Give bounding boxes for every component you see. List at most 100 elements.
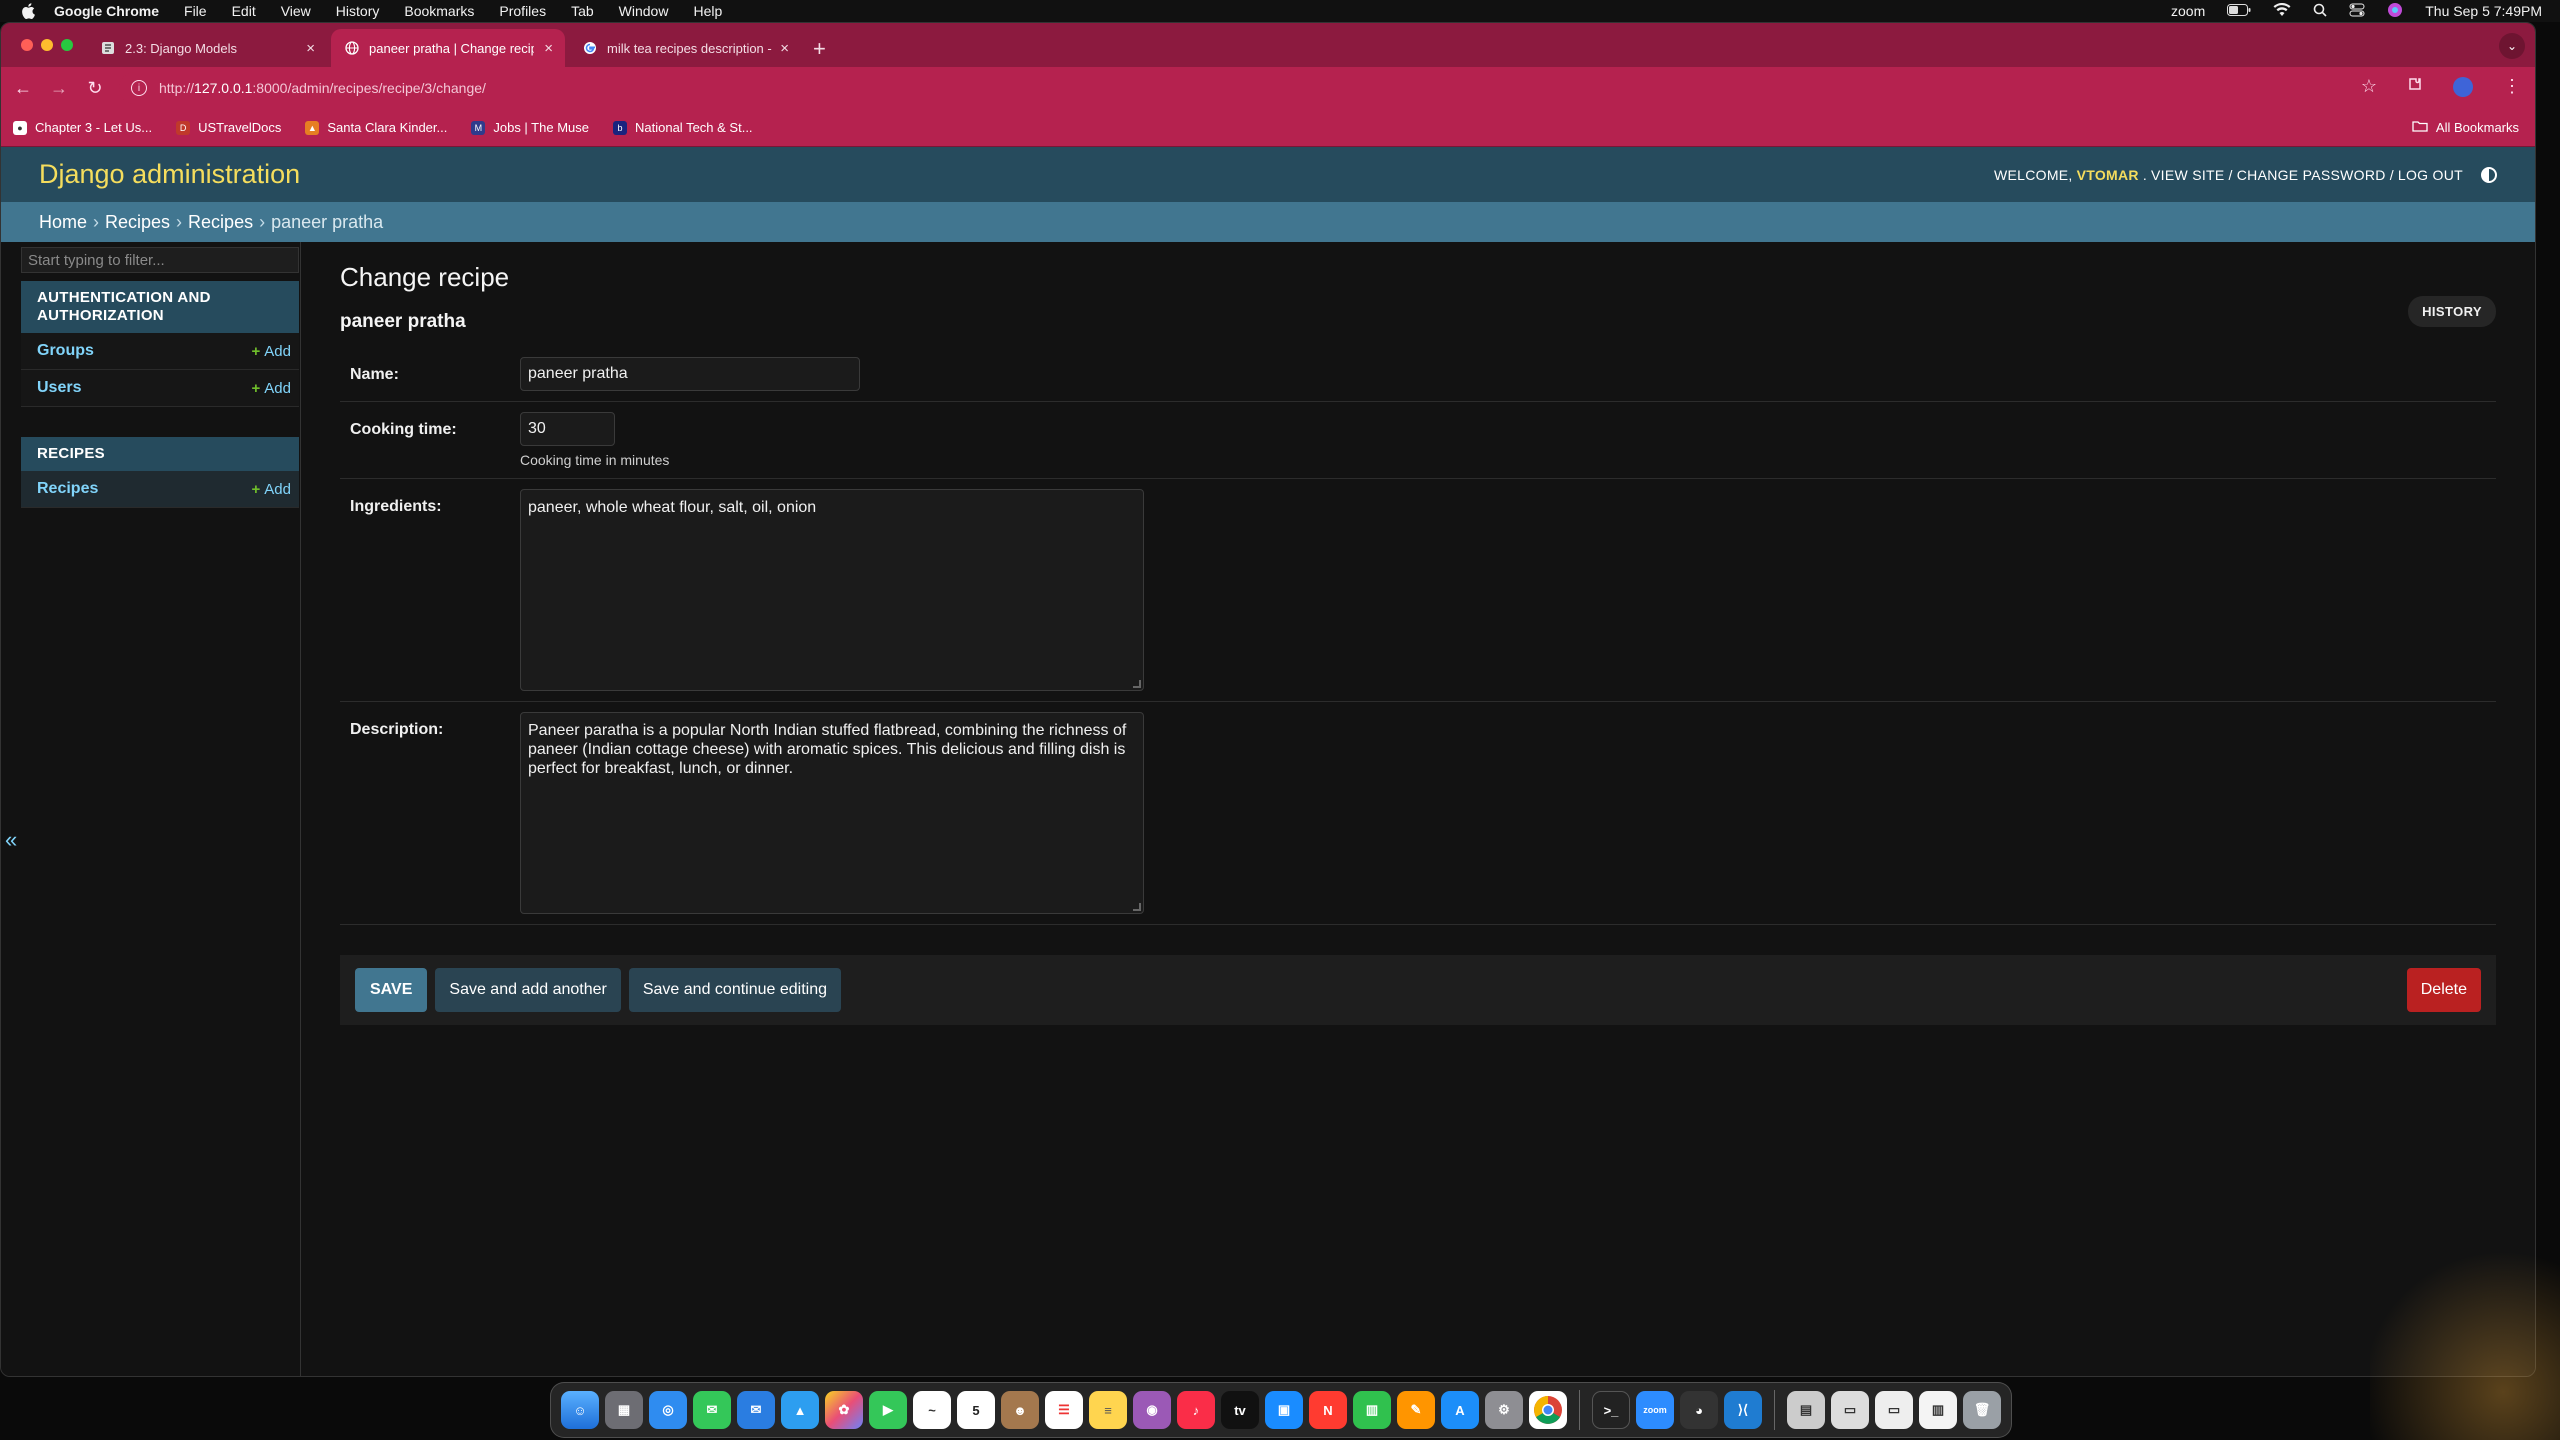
extensions-icon[interactable] (2407, 76, 2423, 97)
add-link[interactable]: + Add (252, 380, 291, 397)
document-icon[interactable]: ▤ (1787, 1391, 1825, 1429)
site-info-icon[interactable]: i (131, 80, 147, 96)
bookmark-item[interactable]: b National Tech & St... (613, 120, 753, 135)
sidebar-link[interactable]: Users (37, 379, 81, 397)
facetime-icon[interactable]: ▶ (869, 1391, 907, 1429)
save-and-continue-button[interactable]: Save and continue editing (628, 968, 841, 1012)
add-link[interactable]: + Add (252, 481, 291, 498)
chrome-icon[interactable] (1529, 1391, 1567, 1429)
messages-icon[interactable]: ✉ (693, 1391, 731, 1429)
downloads-icon[interactable]: ▥ (1919, 1391, 1957, 1429)
freeform-icon[interactable]: ~ (913, 1391, 951, 1429)
menu-view[interactable]: View (281, 3, 311, 19)
resize-handle-icon[interactable] (1133, 680, 1141, 688)
numbers-icon[interactable]: ▥ (1353, 1391, 1391, 1429)
view-site-link[interactable]: VIEW SITE (2151, 167, 2225, 183)
bookmark-item[interactable]: M Jobs | The Muse (471, 120, 589, 135)
tab-change-recipe[interactable]: paneer pratha | Change recipe × (331, 29, 565, 67)
menu-help[interactable]: Help (693, 3, 722, 19)
zoom-app-icon[interactable]: zoom (1636, 1391, 1674, 1429)
zoom-window-button[interactable] (61, 39, 73, 51)
spotlight-icon[interactable] (2313, 3, 2327, 20)
bookmark-item[interactable]: ▲ Santa Clara Kinder... (305, 120, 447, 135)
zoom-status[interactable]: zoom (2171, 3, 2205, 19)
back-icon[interactable]: ← (11, 76, 35, 100)
terminal-icon[interactable]: >_ (1592, 1391, 1630, 1429)
close-window-button[interactable] (21, 39, 33, 51)
address-bar[interactable]: i http://127.0.0.1:8000/admin/recipes/re… (119, 72, 2379, 104)
tab-milk-tea[interactable]: milk tea recipes description - × (569, 29, 801, 67)
reload-icon[interactable]: ↻ (83, 76, 107, 100)
menu-tab[interactable]: Tab (571, 3, 594, 19)
module-caption[interactable]: RECIPES (21, 437, 299, 471)
tab-django-models[interactable]: 2.3: Django Models × (87, 29, 327, 67)
keynote-icon[interactable]: ▣ (1265, 1391, 1303, 1429)
add-link[interactable]: + Add (252, 343, 291, 360)
site-brand[interactable]: Django administration (39, 159, 300, 190)
notes-icon[interactable]: ≡ (1089, 1391, 1127, 1429)
calendar-icon[interactable]: 5 (957, 1391, 995, 1429)
music-icon[interactable]: ♪ (1177, 1391, 1215, 1429)
podcasts-icon[interactable]: ◉ (1133, 1391, 1171, 1429)
apple-tv-icon[interactable]: tv (1221, 1391, 1259, 1429)
finder-icon[interactable]: ☺ (561, 1391, 599, 1429)
module-caption[interactable]: AUTHENTICATION AND AUTHORIZATION (21, 281, 299, 333)
profile-avatar[interactable] (2453, 76, 2473, 97)
tab-search-icon[interactable]: ⌄ (2499, 33, 2525, 59)
breadcrumb-home[interactable]: Home (39, 212, 87, 233)
menu-history[interactable]: History (336, 3, 380, 19)
history-button[interactable]: HISTORY (2408, 296, 2496, 327)
bookmark-item[interactable]: D USTravelDocs (176, 120, 281, 135)
bookmark-item[interactable]: ● Chapter 3 - Let Us... (13, 120, 152, 135)
launchpad-icon[interactable]: ▦ (605, 1391, 643, 1429)
log-out-link[interactable]: LOG OUT (2398, 167, 2463, 183)
nav-filter-input[interactable]: Start typing to filter... (21, 247, 299, 273)
ingredients-textarea[interactable]: paneer, whole wheat flour, salt, oil, on… (520, 489, 1144, 691)
app-store-icon[interactable]: A (1441, 1391, 1479, 1429)
system-settings-icon[interactable]: ⚙ (1485, 1391, 1523, 1429)
close-tab-icon[interactable]: × (306, 40, 315, 57)
save-and-add-another-button[interactable]: Save and add another (435, 968, 621, 1012)
mail-icon[interactable]: ✉ (737, 1391, 775, 1429)
contacts-icon[interactable]: ☻ (1001, 1391, 1039, 1429)
pages-icon[interactable]: ✎ (1397, 1391, 1435, 1429)
apple-icon[interactable] (20, 3, 36, 19)
siri-icon[interactable] (2387, 2, 2403, 21)
safari-icon[interactable]: ◎ (649, 1391, 687, 1429)
forward-icon[interactable]: → (47, 76, 71, 100)
maps-icon[interactable]: ▲ (781, 1391, 819, 1429)
minimize-window-button[interactable] (41, 39, 53, 51)
close-tab-icon[interactable]: × (780, 40, 789, 57)
delete-button[interactable]: Delete (2406, 968, 2481, 1012)
save-button[interactable]: SAVE (355, 968, 428, 1012)
theme-toggle-icon[interactable] (2481, 166, 2497, 183)
photos-icon[interactable]: ✿ (825, 1391, 863, 1429)
trash-icon[interactable]: 🗑 (1963, 1391, 2001, 1429)
change-password-link[interactable]: CHANGE PASSWORD (2237, 167, 2386, 183)
sidebar-link[interactable]: Groups (37, 342, 94, 360)
all-bookmarks[interactable]: All Bookmarks (2412, 120, 2519, 135)
bookmark-star-icon[interactable]: ☆ (2361, 76, 2377, 97)
reminders-icon[interactable]: ☰ (1045, 1391, 1083, 1429)
toggle-sidebar-icon[interactable]: « (5, 827, 17, 853)
description-textarea[interactable]: Paneer paratha is a popular North Indian… (520, 712, 1144, 914)
screenshot-icon[interactable]: ▭ (1875, 1391, 1913, 1429)
battery-icon[interactable] (2227, 3, 2251, 19)
screenshot-icon[interactable]: ▭ (1831, 1391, 1869, 1429)
menu-edit[interactable]: Edit (232, 3, 256, 19)
control-center-icon[interactable] (2349, 3, 2365, 20)
vscode-icon[interactable]: ⟩⟨ (1724, 1391, 1762, 1429)
breadcrumb-app[interactable]: Recipes (105, 212, 170, 233)
sidebar-link[interactable]: Recipes (37, 480, 98, 498)
menu-bookmarks[interactable]: Bookmarks (404, 3, 474, 19)
news-icon[interactable]: N (1309, 1391, 1347, 1429)
new-tab-icon[interactable]: + (813, 36, 826, 62)
menu-profiles[interactable]: Profiles (499, 3, 546, 19)
clock[interactable]: Thu Sep 5 7:49PM (2425, 3, 2542, 19)
wifi-icon[interactable] (2273, 2, 2291, 20)
more-menu-icon[interactable]: ⋮ (2503, 76, 2521, 97)
breadcrumb-model[interactable]: Recipes (188, 212, 253, 233)
menu-file[interactable]: File (184, 3, 207, 19)
resize-handle-icon[interactable] (1133, 903, 1141, 911)
menu-app-name[interactable]: Google Chrome (54, 3, 159, 19)
